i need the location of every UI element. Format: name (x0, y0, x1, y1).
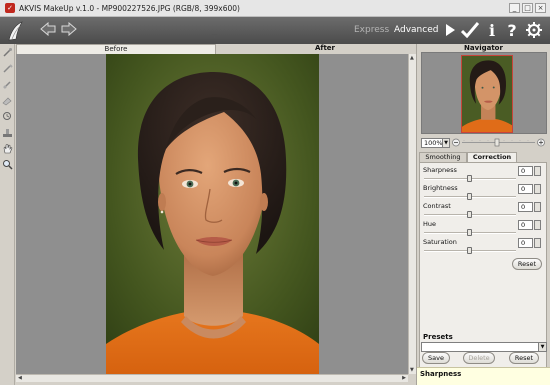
portrait-photo (106, 54, 319, 374)
param-value-field[interactable]: 0 (518, 166, 533, 176)
brush-icon[interactable] (2, 63, 13, 74)
view-tabs: Before After (16, 44, 416, 54)
settings-tabs: Smoothing Correction (419, 152, 547, 162)
window-title: AKVIS MakeUp v.1.0 - MP900227526.JPG (RG… (19, 3, 240, 13)
spinner-icon[interactable] (534, 202, 541, 212)
param-saturation: Saturation 0 (422, 238, 546, 256)
main-toolbar: Express Advanced i ? (0, 17, 550, 44)
param-label: Brightness (423, 184, 458, 192)
zoom-icon[interactable] (2, 159, 13, 170)
hand-icon[interactable] (2, 143, 13, 154)
redo-arrow-icon[interactable] (61, 22, 77, 36)
param-label: Contrast (423, 202, 451, 210)
presets-reset-button[interactable]: Reset (509, 352, 539, 364)
mode-advanced-link[interactable]: Advanced (394, 25, 438, 35)
param-contrast: Contrast 0 (422, 202, 546, 220)
param-value-field[interactable]: 0 (518, 220, 533, 230)
correction-reset-button[interactable]: Reset (512, 258, 542, 270)
info-icon[interactable]: i (483, 21, 501, 40)
scroll-left-icon[interactable]: ◀ (18, 375, 22, 381)
param-brightness: Brightness 0 (422, 184, 546, 202)
param-sharpness: Sharpness 0 (422, 166, 546, 184)
mode-express-link[interactable]: Express (354, 25, 389, 35)
settings-panel: Navigator 100% ▼ Smoothing Correction Sh… (416, 44, 550, 385)
app-icon: ✓ (5, 3, 15, 13)
slider-thumb[interactable] (467, 211, 472, 218)
tab-correction[interactable]: Correction (467, 152, 517, 162)
presets-select[interactable]: ▼ (421, 342, 547, 352)
param-value-field[interactable]: 0 (518, 202, 533, 212)
scroll-up-icon[interactable]: ▲ (410, 55, 414, 61)
param-slider[interactable] (424, 247, 516, 254)
zoom-slider[interactable] (450, 137, 547, 148)
param-label: Sharpness (423, 166, 457, 174)
param-slider[interactable] (424, 229, 516, 236)
param-label: Saturation (423, 238, 457, 246)
slider-thumb[interactable] (467, 247, 472, 254)
tab-split-marker (212, 34, 217, 38)
zoom-dropdown-icon[interactable]: ▼ (443, 137, 450, 148)
maximize-button[interactable]: □ (522, 3, 533, 13)
image-canvas[interactable] (16, 54, 408, 374)
slider-thumb[interactable] (467, 193, 472, 200)
chevron-down-icon[interactable]: ▼ (538, 343, 546, 351)
spinner-icon[interactable] (534, 184, 541, 194)
param-slider[interactable] (424, 175, 516, 182)
window-controls: _ □ × (509, 3, 546, 13)
title-bar: ✓ AKVIS MakeUp v.1.0 - MP900227526.JPG (… (0, 0, 550, 17)
history-brush-icon[interactable] (2, 111, 13, 122)
stamp-icon[interactable] (2, 127, 13, 138)
hint-box: Sharpness (417, 367, 550, 385)
run-icon[interactable] (441, 21, 459, 39)
tab-before[interactable]: Before (16, 44, 216, 54)
save-preset-button[interactable]: Save (422, 352, 450, 364)
param-value-field[interactable]: 0 (518, 184, 533, 194)
param-label: Hue (423, 220, 437, 228)
scroll-down-icon[interactable]: ▼ (410, 367, 414, 373)
param-value-field[interactable]: 0 (518, 238, 533, 248)
scroll-right-icon[interactable]: ▶ (402, 375, 406, 381)
param-slider[interactable] (424, 193, 516, 200)
presets-title: Presets (423, 333, 453, 341)
wand-icon[interactable] (2, 47, 13, 58)
horizontal-scrollbar[interactable]: ◀ ▶ (16, 374, 408, 382)
delete-preset-button[interactable]: Delete (463, 352, 495, 364)
apply-icon[interactable] (461, 21, 479, 39)
navigator-title: Navigator (464, 44, 503, 52)
spinner-icon[interactable] (534, 220, 541, 230)
brush-2-icon[interactable] (2, 79, 13, 90)
param-slider[interactable] (424, 211, 516, 218)
settings-icon[interactable] (525, 21, 543, 39)
navigator-preview[interactable] (421, 52, 547, 134)
minimize-button[interactable]: _ (509, 3, 520, 13)
tab-after[interactable]: After (234, 44, 416, 54)
vertical-scrollbar[interactable]: ▲ ▼ (408, 54, 416, 374)
spinner-icon[interactable] (534, 166, 541, 176)
tab-smoothing[interactable]: Smoothing (419, 152, 467, 162)
eraser-icon[interactable] (2, 95, 13, 106)
slider-thumb[interactable] (467, 175, 472, 182)
navigator-thumbnail[interactable] (461, 55, 513, 133)
undo-arrow-icon[interactable] (40, 22, 56, 36)
zoom-row: 100% ▼ (421, 137, 547, 148)
tools-panel (0, 44, 15, 385)
zoom-field[interactable]: 100% (421, 137, 443, 148)
help-icon[interactable]: ? (503, 21, 521, 40)
param-hue: Hue 0 (422, 220, 546, 238)
akvis-logo-icon (5, 20, 27, 42)
close-button[interactable]: × (535, 3, 546, 13)
spinner-icon[interactable] (534, 238, 541, 248)
slider-thumb[interactable] (467, 229, 472, 236)
